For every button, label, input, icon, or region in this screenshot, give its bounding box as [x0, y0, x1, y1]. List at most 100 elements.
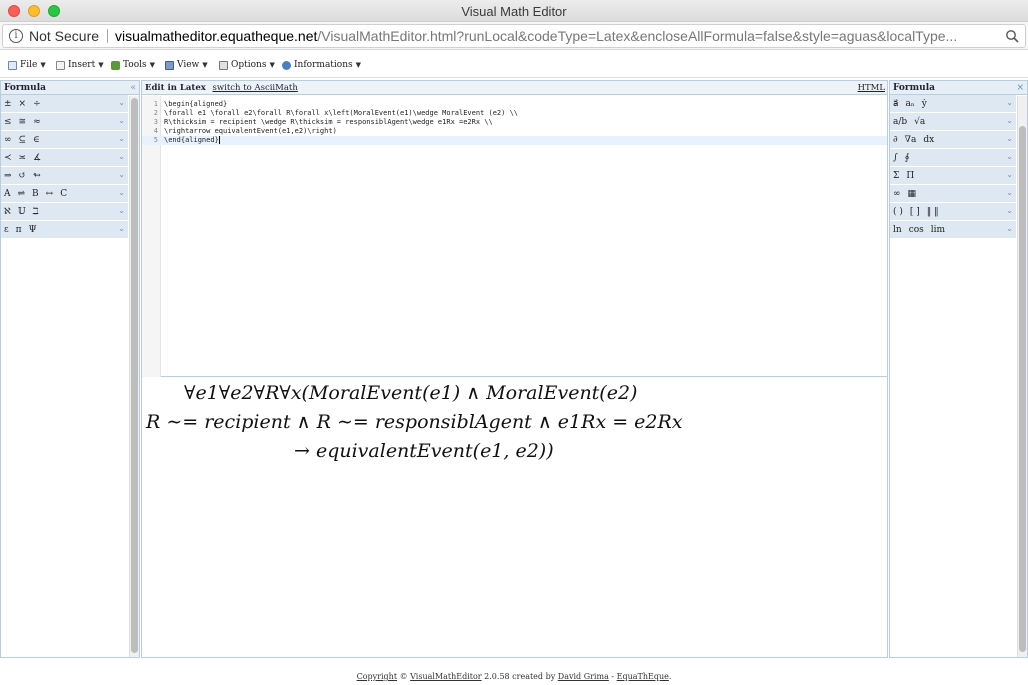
symbol-group-row[interactable]: ∞ ▦ ⌄: [890, 185, 1016, 203]
symbol-button[interactable]: B: [32, 189, 39, 199]
switch-asciimath-link[interactable]: switch to AsciiMath: [213, 83, 298, 93]
code-line[interactable]: 5 \end{aligned}: [142, 136, 887, 145]
symbol-button[interactable]: ẏ: [922, 99, 927, 109]
symbol-button[interactable]: ℶ: [33, 207, 39, 217]
expand-group-icon[interactable]: ⌄: [1006, 206, 1013, 215]
expand-group-icon[interactable]: ⌄: [1006, 224, 1013, 233]
symbol-group-row[interactable]: ln cos lim ⌄: [890, 221, 1016, 239]
expand-group-icon[interactable]: ⌄: [118, 170, 125, 179]
symbol-button[interactable]: ⇒: [4, 171, 12, 181]
symbol-button[interactable]: ℵ: [4, 207, 11, 217]
code-line[interactable]: 3 R\thicksim = recipient \wedge R\thicksi…: [142, 118, 887, 127]
symbol-group-row[interactable]: Σ Π ⌄: [890, 167, 1016, 185]
right-scrollbar[interactable]: [1017, 96, 1027, 657]
symbol-group-row[interactable]: ⇒ ↺ ↬ ⌄: [1, 167, 128, 185]
symbol-group-row[interactable]: ± × ÷ ⌄: [1, 95, 128, 113]
info-icon[interactable]: i: [9, 29, 23, 43]
expand-group-icon[interactable]: ⌄: [1006, 116, 1013, 125]
symbol-button[interactable]: lim: [931, 225, 945, 235]
expand-group-icon[interactable]: ⌄: [118, 134, 125, 143]
symbol-button[interactable]: ∫: [893, 153, 898, 163]
symbol-button[interactable]: C: [60, 189, 67, 199]
expand-group-icon[interactable]: ⌄: [1006, 134, 1013, 143]
expand-group-icon[interactable]: ⌄: [118, 98, 125, 107]
symbol-group-row[interactable]: a⃗ aₙ ẏ ⌄: [890, 95, 1016, 113]
symbol-group-row[interactable]: ( ) [ ] ‖ ‖ ⌄: [890, 203, 1016, 221]
symbol-group-row[interactable]: ≤ ≅ ≈ ⌄: [1, 113, 128, 131]
symbol-button[interactable]: ▦: [908, 189, 917, 199]
symbol-button[interactable]: ∡: [33, 153, 41, 163]
tools-menu[interactable]: Tools ▼: [111, 58, 155, 72]
close-right-icon[interactable]: ×: [1016, 81, 1024, 95]
symbol-button[interactable]: ln: [893, 225, 902, 235]
symbol-group-row[interactable]: ε π Ψ ⌄: [1, 221, 128, 239]
symbol-button[interactable]: ∇a: [905, 135, 917, 145]
symbol-button[interactable]: ⇌: [18, 189, 26, 199]
symbol-button[interactable]: ≈: [33, 117, 41, 127]
symbol-button[interactable]: ≅: [19, 117, 27, 127]
symbol-button[interactable]: [ ]: [910, 207, 920, 217]
symbol-button[interactable]: 𝕌: [18, 207, 26, 217]
app-link[interactable]: VisualMathEditor: [410, 672, 481, 681]
symbol-group-row[interactable]: ∞ ⊆ ∈ ⌄: [1, 131, 128, 149]
symbol-button[interactable]: ↔: [46, 189, 54, 199]
symbol-button[interactable]: ε: [4, 225, 9, 235]
expand-group-icon[interactable]: ⌄: [1006, 170, 1013, 179]
symbol-group-row[interactable]: A ⇌ B ↔ C ⌄: [1, 185, 128, 203]
symbol-button[interactable]: ∞: [4, 135, 12, 145]
symbol-group-row[interactable]: ℵ 𝕌 ℶ ⌄: [1, 203, 128, 221]
site-link[interactable]: EquaThEque: [617, 672, 669, 681]
symbol-button[interactable]: ↬: [33, 171, 41, 181]
expand-group-icon[interactable]: ⌄: [1006, 98, 1013, 107]
code-line[interactable]: 2 \forall e1 \forall e2\forall R\forall x…: [142, 109, 887, 118]
symbol-button[interactable]: aₙ: [906, 99, 915, 109]
symbol-button[interactable]: ∞: [893, 189, 901, 199]
symbol-button[interactable]: ‖ ‖: [927, 207, 939, 217]
symbol-button[interactable]: √a: [914, 117, 925, 127]
right-scroll-thumb[interactable]: [1019, 126, 1026, 652]
symbol-button[interactable]: ×: [19, 99, 27, 109]
expand-group-icon[interactable]: ⌄: [118, 188, 125, 197]
insert-menu[interactable]: Insert ▼: [56, 58, 104, 72]
symbol-button[interactable]: ≺: [4, 153, 12, 163]
address-field[interactable]: i Not Secure visualmatheditor.equatheque…: [2, 24, 1026, 48]
symbol-button[interactable]: ↺: [19, 171, 27, 181]
symbol-button[interactable]: Σ: [893, 171, 899, 181]
collapse-left-icon[interactable]: «: [130, 81, 136, 95]
search-icon[interactable]: [1005, 29, 1019, 43]
symbol-button[interactable]: ≤: [4, 117, 12, 127]
symbol-button[interactable]: dx: [923, 135, 934, 145]
copyright-link[interactable]: Copyright: [357, 672, 397, 681]
symbol-button[interactable]: ∮: [905, 153, 910, 163]
expand-group-icon[interactable]: ⌄: [118, 206, 125, 215]
expand-group-icon[interactable]: ⌄: [118, 152, 125, 161]
informations-menu[interactable]: Informations ▼: [282, 58, 361, 72]
left-scroll-thumb[interactable]: [131, 98, 138, 653]
symbol-group-row[interactable]: ≺ ≍ ∡ ⌄: [1, 149, 128, 167]
symbol-group-row[interactable]: a/b √a ⌄: [890, 113, 1016, 131]
latex-code-editor[interactable]: 1 \begin{aligned} 2 \forall e1 \forall e2\f…: [142, 96, 887, 377]
symbol-button[interactable]: ±: [4, 99, 12, 109]
file-menu[interactable]: File ▼: [8, 58, 46, 72]
symbol-button[interactable]: π: [16, 225, 22, 235]
author-link[interactable]: David Grima: [558, 672, 609, 681]
symbol-button[interactable]: ∂: [893, 135, 898, 145]
expand-group-icon[interactable]: ⌄: [118, 224, 125, 233]
left-scrollbar[interactable]: [129, 96, 139, 657]
symbol-button[interactable]: a⃗: [893, 99, 899, 109]
symbol-button[interactable]: ( ): [893, 207, 903, 217]
html-link[interactable]: HTML: [858, 81, 885, 95]
symbol-button[interactable]: A: [4, 189, 11, 199]
symbol-button[interactable]: Π: [906, 171, 914, 181]
symbol-button[interactable]: ⊆: [19, 135, 27, 145]
symbol-button[interactable]: ∈: [33, 135, 40, 145]
options-menu[interactable]: Options ▼: [219, 58, 275, 72]
expand-group-icon[interactable]: ⌄: [1006, 152, 1013, 161]
symbol-button[interactable]: Ψ: [29, 225, 37, 235]
expand-group-icon[interactable]: ⌄: [118, 116, 125, 125]
url-text[interactable]: visualmatheditor.equatheque.net/VisualMa…: [115, 25, 995, 47]
symbol-button[interactable]: ÷: [33, 99, 41, 109]
expand-group-icon[interactable]: ⌄: [1006, 188, 1013, 197]
symbol-button[interactable]: ≍: [19, 153, 27, 163]
symbol-button[interactable]: cos: [909, 225, 924, 235]
